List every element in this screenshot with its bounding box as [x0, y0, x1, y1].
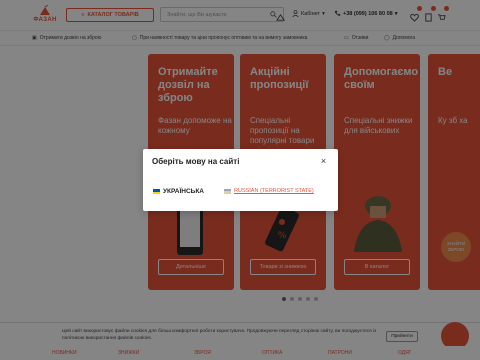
- ukraine-flag-icon: [153, 189, 160, 194]
- modal-title: Оберіть мову на сайті: [152, 157, 240, 166]
- language-option-russian[interactable]: RUSSIAN (TERRORIST STATE): [224, 188, 314, 194]
- flag-icon: [224, 188, 231, 194]
- language-label-ukrainian: УКРАЇНСЬКА: [163, 188, 204, 195]
- language-modal: Оберіть мову на сайті × УКРАЇНСЬКА RUSSI…: [143, 149, 338, 211]
- close-icon[interactable]: ×: [319, 157, 328, 166]
- language-label-russian: RUSSIAN (TERRORIST STATE): [234, 188, 314, 194]
- language-option-ukrainian[interactable]: УКРАЇНСЬКА: [153, 188, 204, 195]
